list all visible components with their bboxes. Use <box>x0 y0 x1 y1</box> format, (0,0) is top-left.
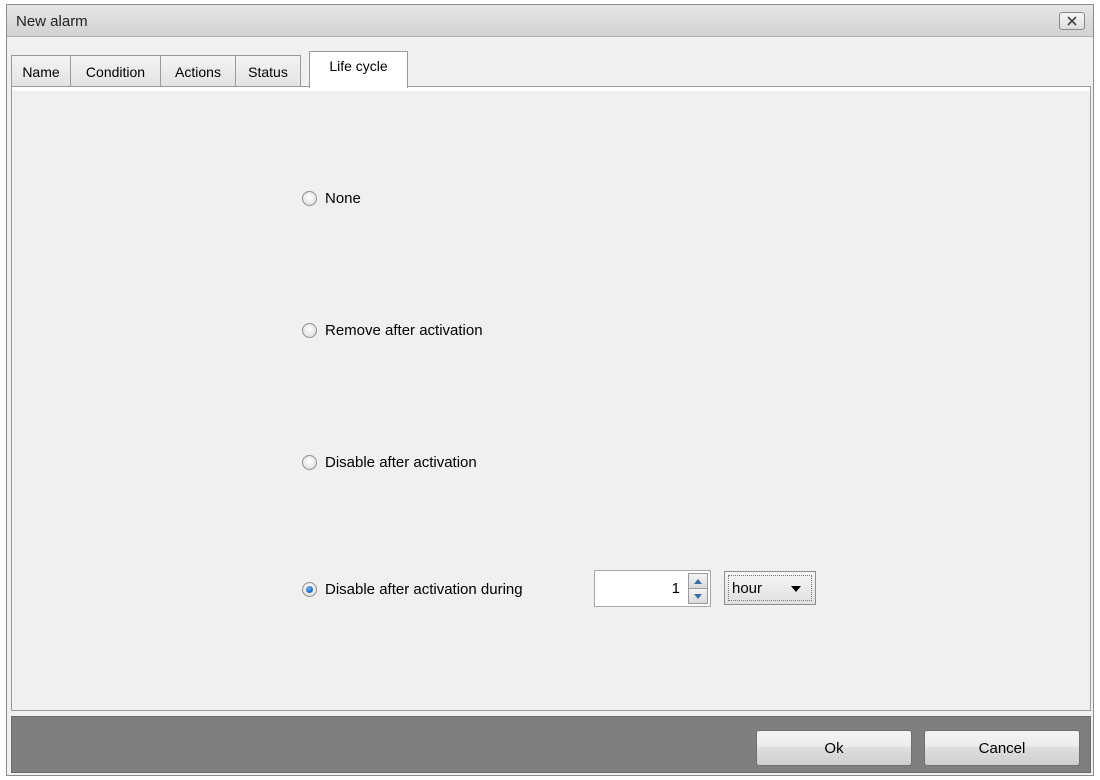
option-none[interactable]: None <box>302 187 361 209</box>
close-button[interactable] <box>1059 12 1085 30</box>
dialog-footer: Ok Cancel <box>11 716 1091 773</box>
spin-down-button[interactable] <box>688 589 708 604</box>
tab-status[interactable]: Status <box>235 55 301 87</box>
ok-button[interactable]: Ok <box>756 730 912 766</box>
chevron-up-icon <box>694 578 702 584</box>
option-disable-during-label: Disable after activation during <box>325 580 523 598</box>
dropdown-arrow-icon <box>791 586 801 592</box>
option-remove-label: Remove after activation <box>325 321 483 339</box>
duration-spinbox[interactable]: 1 <box>594 570 711 607</box>
cancel-button[interactable]: Cancel <box>924 730 1080 766</box>
option-remove-after-activation[interactable]: Remove after activation <box>302 319 483 341</box>
radio-disable-during[interactable] <box>302 581 317 597</box>
tab-name[interactable]: Name <box>11 55 71 87</box>
chevron-down-icon <box>694 593 702 599</box>
option-disable-after-activation[interactable]: Disable after activation <box>302 451 477 473</box>
option-none-label: None <box>325 189 361 207</box>
title-bar: New alarm <box>7 5 1093 37</box>
radio-none[interactable] <box>302 190 317 206</box>
option-disable-during[interactable]: Disable after activation during 1 hour <box>302 570 862 607</box>
option-disable-label: Disable after activation <box>325 453 477 471</box>
dialog-window: New alarm Name Condition Actions Status … <box>6 4 1094 776</box>
close-icon <box>1067 16 1077 26</box>
tab-life-cycle[interactable]: Life cycle <box>309 51 408 88</box>
tab-actions[interactable]: Actions <box>160 55 236 87</box>
window-title: New alarm <box>16 13 88 30</box>
life-cycle-panel: None Remove after activation Disable aft… <box>11 86 1091 711</box>
tab-strip: Name Condition Actions Status Life cycle <box>7 51 1093 88</box>
spin-up-button[interactable] <box>688 573 708 589</box>
radio-remove-after-activation[interactable] <box>302 322 317 338</box>
unit-select[interactable]: hour <box>724 571 816 605</box>
duration-value[interactable]: 1 <box>672 580 680 597</box>
radio-disable-after-activation[interactable] <box>302 454 317 470</box>
spin-buttons <box>688 573 708 604</box>
unit-select-value: hour <box>732 580 763 597</box>
tab-condition[interactable]: Condition <box>70 55 161 87</box>
